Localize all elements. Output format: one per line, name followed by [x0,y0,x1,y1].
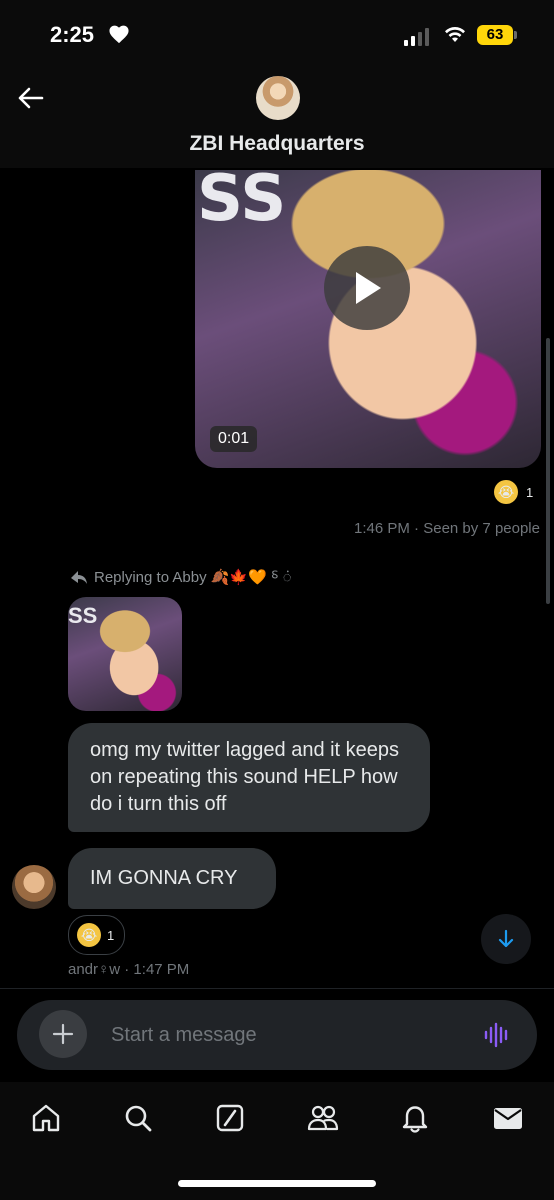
video-thumbnail-text: SS [197,170,287,236]
message-input[interactable] [111,1022,451,1048]
communities-icon [307,1105,339,1131]
arrow-down-icon [498,929,514,948]
heart-icon [109,25,129,44]
home-icon [32,1104,60,1132]
scrollbar[interactable] [546,338,550,604]
back-button[interactable] [14,82,46,114]
message-reaction[interactable]: 😭 1 [68,915,126,955]
scroll-to-bottom-button[interactable] [481,914,531,964]
play-icon [356,272,381,304]
video-reaction[interactable]: 😭 1 [494,480,533,504]
reply-context[interactable]: Replying to Abby 🍂🍁🧡 ⸹ ं [70,567,292,587]
battery-indicator: 63 [477,25,513,45]
message-bubble[interactable]: omg my twitter lagged and it keeps on re… [68,723,430,832]
sender-meta: andr♀w · 1:47 PM [68,961,190,978]
reaction-count: 1 [526,484,534,500]
reply-label-text: Replying to Abby 🍂🍁🧡 ⸹ ं [94,569,292,586]
thumbnail-text: SS [68,603,98,628]
envelope-icon [494,1108,522,1129]
replied-video-thumbnail[interactable]: SS [68,597,182,711]
nav-grok[interactable] [212,1100,248,1136]
arrow-left-icon [18,87,44,109]
status-time: 2:25 [50,22,95,47]
seen-status: 1:46 PM · Seen by 7 people [354,520,540,537]
play-button[interactable] [324,246,410,330]
grok-icon [216,1104,244,1132]
search-icon [125,1105,152,1132]
signal-icon [404,28,429,46]
bell-icon [402,1106,428,1133]
group-title[interactable]: ZBI Headquarters [0,132,554,156]
video-duration: 0:01 [210,426,258,452]
home-indicator [178,1180,376,1187]
voice-message-button[interactable] [482,1020,512,1050]
message-bubble[interactable]: IM GONNA CRY [68,848,276,909]
group-avatar[interactable] [256,76,300,120]
nav-messages[interactable] [490,1100,526,1136]
crying-emoji-icon: 😭 [494,480,518,504]
reaction-count: 1 [107,927,115,943]
nav-communities[interactable] [305,1100,341,1136]
sender-avatar[interactable] [12,865,56,909]
wifi-icon [445,26,465,42]
nav-home[interactable] [28,1100,64,1136]
nav-search[interactable] [120,1100,156,1136]
plus-icon [52,1023,74,1045]
nav-notifications[interactable] [397,1100,433,1136]
reply-arrow-icon [71,571,87,584]
voice-waveform-icon [484,1022,508,1048]
add-media-button[interactable] [39,1010,87,1058]
battery-cap [514,31,517,39]
crying-emoji-icon: 😭 [77,923,101,947]
